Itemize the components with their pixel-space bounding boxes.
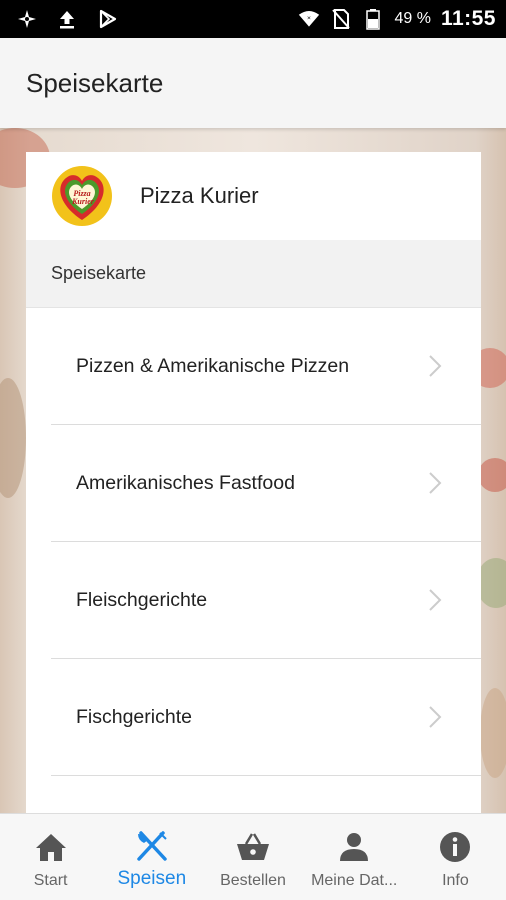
tab-label: Bestellen: [220, 872, 286, 889]
no-sim-icon: [330, 8, 352, 30]
fork-knife-icon: [135, 830, 169, 864]
bottom-tab-bar: Start Speisen Bestellen Meine Dat... Inf…: [0, 813, 506, 900]
battery-icon: [362, 8, 384, 30]
tab-label: Meine Dat...: [311, 872, 398, 889]
chevron-right-icon: [415, 354, 455, 378]
battery-percent: 49 %: [394, 10, 431, 27]
restaurant-header: Pizza Kurier Pizza Kurier: [26, 152, 481, 240]
chevron-right-icon: [415, 471, 455, 495]
list-item-label: Amerikanisches Fastfood: [76, 471, 295, 494]
restaurant-logo: Pizza Kurier: [52, 166, 112, 226]
home-icon: [35, 830, 67, 864]
info-icon: [439, 830, 471, 864]
menu-card: Pizza Kurier Pizza Kurier Speisekarte Pi…: [26, 152, 481, 813]
section-header: Speisekarte: [26, 240, 481, 308]
wifi-icon: ×: [298, 8, 320, 30]
tab-label: Speisen: [117, 868, 187, 889]
upload-icon: [56, 8, 78, 30]
tab-label: Info: [442, 872, 469, 889]
basket-icon: [236, 830, 270, 864]
app-bar: Speisekarte: [0, 38, 506, 128]
play-store-icon: [96, 8, 118, 30]
list-item-label: Pizzen & Amerikanische Pizzen: [76, 354, 350, 377]
person-icon: [338, 830, 370, 864]
clock-time: 11:55: [440, 7, 496, 30]
list-item[interactable]: Fleischgerichte: [51, 542, 481, 659]
category-list: Pizzen & Amerikanische Pizzen Amerikanis…: [26, 308, 481, 776]
chevron-right-icon: [415, 705, 455, 729]
list-item-label: Fleischgerichte: [76, 588, 208, 611]
restaurant-name: Pizza Kurier: [140, 183, 259, 208]
logo-text-2: Kurier: [71, 197, 95, 206]
tab-speisen[interactable]: Speisen: [101, 814, 202, 900]
app-notification-icon: [16, 8, 38, 30]
status-bar: × 49 % 11:55: [0, 0, 506, 38]
page-title: Speisekarte: [26, 67, 164, 98]
tab-info[interactable]: Info: [405, 814, 506, 900]
chevron-right-icon: [415, 588, 455, 612]
tab-bestellen[interactable]: Bestellen: [202, 814, 303, 900]
list-item[interactable]: Fischgerichte: [51, 659, 481, 776]
tab-start[interactable]: Start: [0, 814, 101, 900]
list-item[interactable]: Pizzen & Amerikanische Pizzen: [51, 308, 481, 425]
list-item-label: Fischgerichte: [76, 705, 192, 728]
svg-text:×: ×: [307, 15, 311, 22]
list-item[interactable]: Amerikanisches Fastfood: [51, 425, 481, 542]
tab-meine-daten[interactable]: Meine Dat...: [304, 814, 405, 900]
tab-label: Start: [33, 872, 68, 889]
